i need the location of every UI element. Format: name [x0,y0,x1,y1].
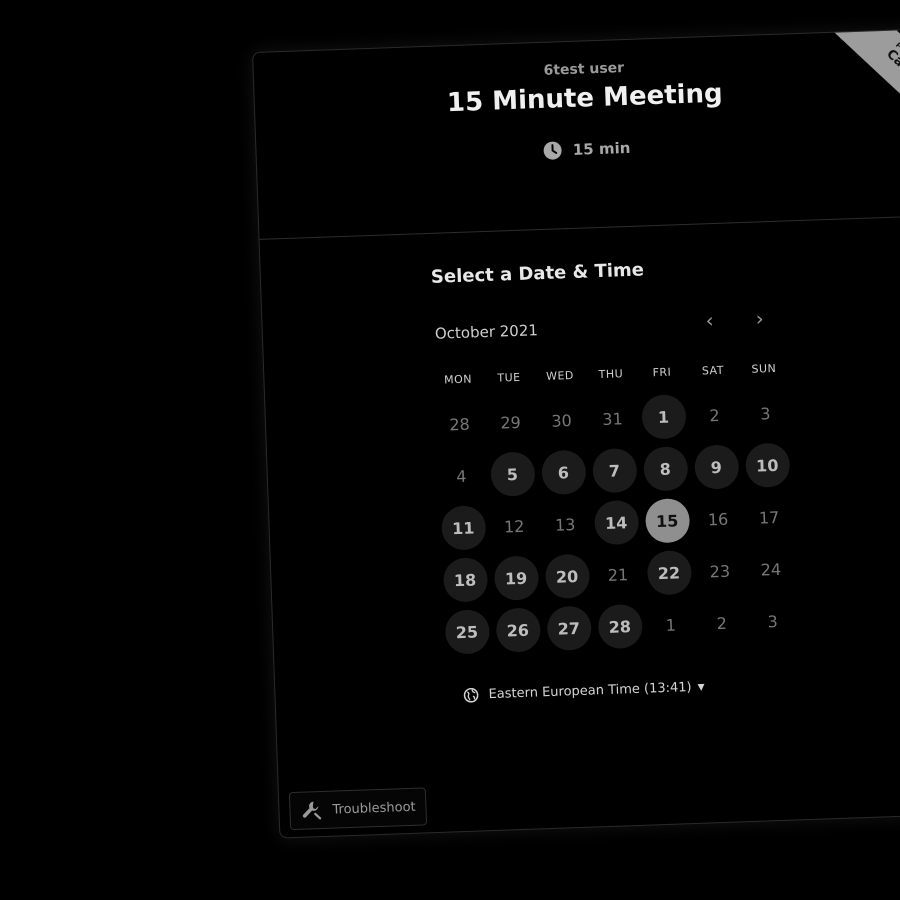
weekday-label: TUE [497,370,521,385]
previous-month-button[interactable]: ‹ [694,305,725,336]
page-stage: 6test user 15 Minute Meeting 15 min POWE… [0,0,900,900]
calendar-day[interactable]: 10 [744,442,790,489]
wrench-icon [300,799,323,822]
calendar-cell: 30 [535,394,588,448]
calendar-day[interactable]: 6 [540,449,587,496]
calendar-cell: 31 [586,392,639,446]
calendar-cell: 5 [486,447,539,501]
calendar-cell: 14 [590,496,643,550]
calendar-cell: 25 [440,605,493,659]
weekday-label: FRI [652,365,672,379]
calendar-cell: 4 [435,449,488,503]
next-month-button[interactable]: › [744,303,775,334]
calendar-day[interactable]: 20 [544,553,590,600]
calendar-cell: 6 [537,446,590,500]
calendar-cell: 28 [593,600,646,654]
calendar-cell: 19 [490,551,543,605]
calendar-cell: 1 [644,598,697,652]
calendar-cell: 18 [439,553,492,607]
calendar-cell: 1 [637,390,690,444]
section-title: Select a Date & Time [430,259,645,288]
clock-icon [542,140,563,161]
calendar-day[interactable]: 28 [597,603,643,650]
caret-down-icon: ▼ [697,682,705,693]
calendar-day: 30 [551,410,573,431]
calendar-cell: 2 [688,388,741,442]
calendar-cell: 3 [746,594,799,648]
calendar-day: 24 [760,559,782,580]
calendar-day[interactable]: 26 [495,607,541,653]
calendar-day: 12 [503,516,525,536]
calendar-day[interactable]: 18 [442,557,488,603]
calendar-day: 2 [716,613,728,633]
calendar-day: 3 [767,611,779,631]
calendar-day: 29 [500,412,522,433]
calendar-day: 28 [449,414,471,434]
event-duration: 15 min [256,128,900,171]
troubleshoot-label: Troubleshoot [332,799,416,818]
timezone-label: Eastern European Time (13:41) [488,680,692,703]
calendar-day[interactable]: 25 [444,609,490,655]
weekday-label: WED [545,368,575,383]
calendar-cell: 7 [588,444,641,498]
calendar-day: 17 [758,507,780,528]
calendar-day: 1 [665,615,677,635]
calendar-day[interactable]: 9 [693,444,740,490]
selected-day[interactable]: 15 [644,498,690,544]
calendar-day: 31 [602,408,624,429]
weekday-label: SUN [751,361,777,376]
calendar-cell: 10 [741,438,794,492]
calendar-cell: 11 [437,501,490,555]
calendar-day[interactable]: 8 [642,446,689,492]
weekday-label: MON [443,372,473,386]
calendar-cell: 9 [690,440,743,494]
troubleshoot-button[interactable]: Troubleshoot [288,787,428,831]
calendar-day: 2 [709,405,720,425]
calendar-day[interactable]: 11 [440,505,486,551]
calendar-day: 16 [707,509,729,529]
calendar-day[interactable]: 1 [640,394,687,440]
calendar-cell: 2 [695,596,748,650]
weekday-label: SAT [701,363,725,377]
calendar-cell: 21 [592,548,645,602]
calendar-days: 28 29 30 31 1 2 3 4 5 6 7 8 9 10 11 12 13 14 15 16 17 18 19 20 2… [433,386,799,658]
timezone-selector[interactable]: Eastern European Time (13:41) ▼ [463,680,705,703]
calendar-day[interactable]: 19 [493,555,539,601]
event-header: 6test user 15 Minute Meeting 15 min [253,28,900,240]
calendar-cell: 27 [542,601,595,655]
calendar-cell: 26 [491,603,544,657]
calendar-day[interactable]: 7 [591,447,638,494]
globe-icon [463,687,479,703]
booking-card: 6test user 15 Minute Meeting 15 min POWE… [252,27,900,839]
calendar-cell: 15 [641,494,694,548]
calendar-cell: 12 [488,499,541,553]
calendar-day: 13 [554,514,576,535]
month-label: October 2021 [434,321,539,343]
calendar-cell: 17 [743,490,796,544]
calendar-cell: 8 [639,442,692,496]
calendar-cell: 13 [539,497,592,551]
calendar-cell: 3 [739,386,792,440]
calendar-cell: 23 [694,544,747,598]
calendar-day: 21 [607,564,629,585]
calendar-day[interactable]: 27 [546,605,592,652]
calendar-cell: 24 [744,542,797,596]
calendar-cell: 16 [692,492,745,546]
calendar-cell: 22 [643,546,696,600]
weekday-label: THU [598,366,624,381]
calendar-day[interactable]: 22 [646,550,692,596]
calendar-day: 3 [759,403,771,423]
calendar-day: 23 [709,561,731,581]
calendar-day[interactable]: 14 [593,499,639,546]
calendar-cell: 28 [433,397,486,451]
calendar-cell: 20 [541,549,594,603]
calendar-day[interactable]: 5 [489,451,536,497]
calendar-cell: 29 [484,395,537,449]
calendar-day: 4 [456,466,467,486]
duration-label: 15 min [572,138,631,159]
